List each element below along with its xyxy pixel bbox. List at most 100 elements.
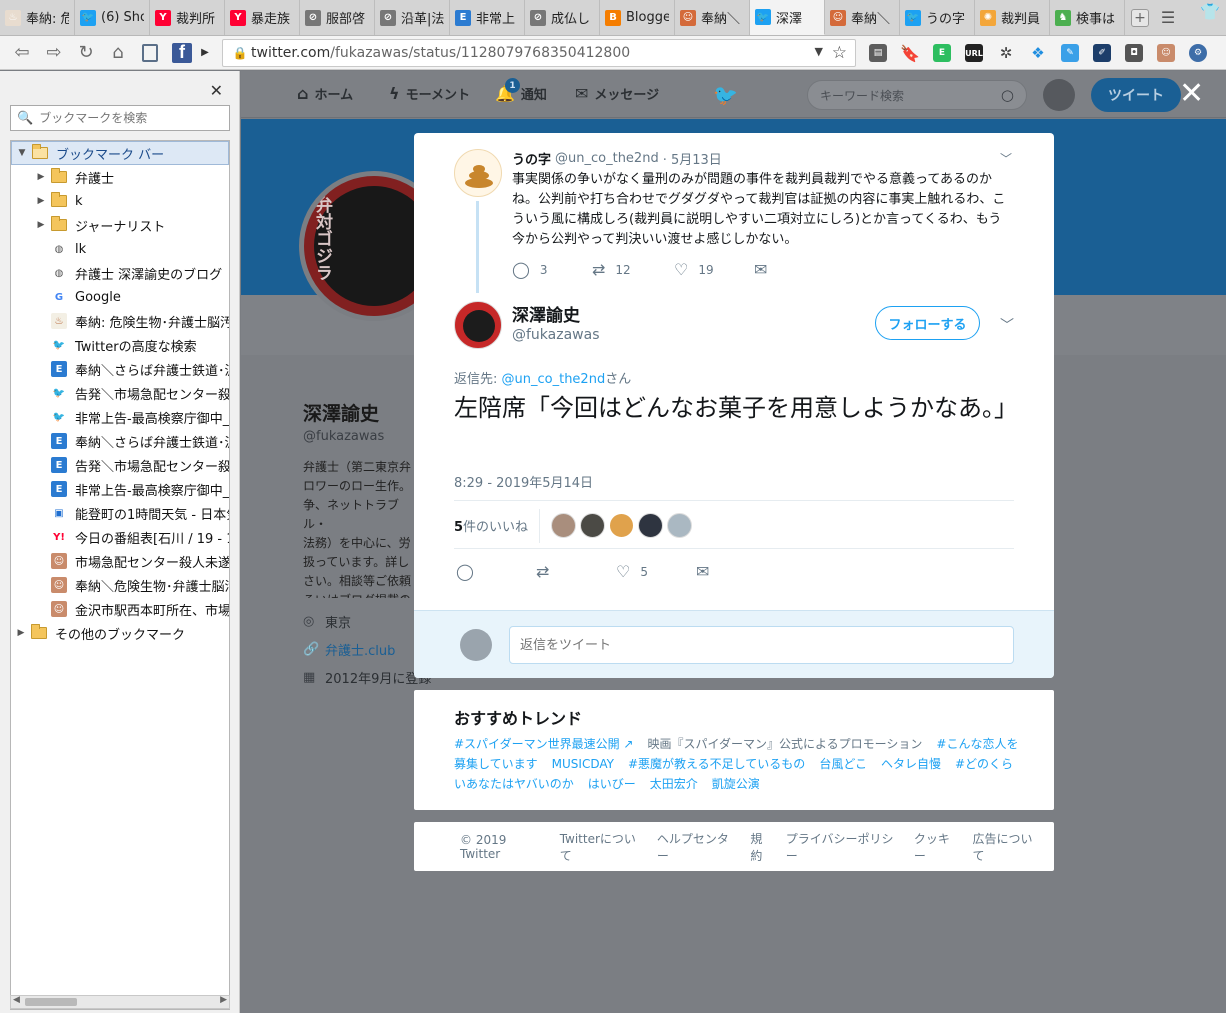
- nav-messages[interactable]: ✉ メッセージ: [575, 84, 659, 103]
- url-dropdown-icon[interactable]: ▼: [815, 45, 823, 58]
- expand-arrow-icon[interactable]: ▶: [35, 196, 47, 206]
- follow-button[interactable]: フォローする: [875, 306, 980, 340]
- bookmark-folder[interactable]: ▶ ジャーナリスト: [11, 213, 229, 237]
- bookmark-item[interactable]: ◍ lk: [11, 237, 229, 261]
- bookmark-item[interactable]: 🐦 Twitterの高度な検索: [11, 333, 229, 357]
- trend-link[interactable]: #スパイダーマン世界最速公開 ↗: [454, 737, 633, 751]
- url-text[interactable]: twitter.com/fukazawas/status/11280797683…: [251, 45, 630, 61]
- bookmark-item[interactable]: E 告発＼市場急配センター殺人: [11, 453, 229, 477]
- trend-link[interactable]: ヘタレ自慢: [881, 757, 941, 771]
- browser-tab[interactable]: ♞ 検事は: [1050, 0, 1125, 35]
- pen-extension-icon[interactable]: ✐: [1086, 40, 1118, 66]
- profile-name[interactable]: 深澤諭史: [303, 399, 379, 426]
- chevron-down-icon[interactable]: ﹀: [1000, 315, 1014, 335]
- browser-tab[interactable]: ♨ 奉納: 危: [0, 0, 75, 35]
- scroll-right-arrow-icon[interactable]: ▶: [220, 995, 227, 1005]
- bookmark-item[interactable]: ▣ 能登町の1時間天気 - 日本気: [11, 501, 229, 525]
- browser-tab[interactable]: E 非常上: [450, 0, 525, 35]
- bookmark-item[interactable]: E 非常上告-最高検察庁御中_: [11, 477, 229, 501]
- browser-tab[interactable]: Y 暴走族: [225, 0, 300, 35]
- new-tab-button[interactable]: +: [1125, 0, 1155, 35]
- bookmark-item[interactable]: ♨ 奉納: 危険生物･弁護士脳汚: [11, 309, 229, 333]
- browser-tab[interactable]: Y 裁判所: [150, 0, 225, 35]
- trend-link[interactable]: 台風どこ: [819, 757, 867, 771]
- reader-view-icon[interactable]: ▤: [862, 40, 894, 66]
- footer-link[interactable]: クッキー: [914, 830, 961, 864]
- twitter-search-input[interactable]: キーワード検索 ○: [807, 80, 1027, 110]
- close-modal-icon[interactable]: ✕: [1179, 79, 1204, 109]
- parent-tweet-name[interactable]: うの字: [512, 149, 551, 168]
- expand-arrow-icon[interactable]: ▶: [35, 172, 47, 182]
- browser-tab[interactable]: B Blogge: [600, 0, 675, 35]
- scroll-left-arrow-icon[interactable]: ◀: [13, 995, 20, 1005]
- bookmark-star-icon[interactable]: ☆: [832, 43, 847, 63]
- gear-extension-icon[interactable]: ✲: [990, 40, 1022, 66]
- browser-tab[interactable]: ✺ 裁判員: [975, 0, 1050, 35]
- main-tweet-avatar[interactable]: [454, 301, 502, 349]
- browser-tab[interactable]: ☺ 奉納＼: [825, 0, 900, 35]
- footer-link[interactable]: Twitterについて: [560, 830, 645, 864]
- trend-link[interactable]: #悪魔が教える不足しているもの: [628, 757, 805, 771]
- bookmark-search-input[interactable]: [39, 111, 220, 125]
- nav-notifications[interactable]: 🔔 1 通知: [495, 78, 547, 103]
- more-bookmarks-icon[interactable]: ▶: [198, 38, 212, 68]
- home-button[interactable]: ⌂: [102, 38, 134, 68]
- collapse-arrow-icon[interactable]: ▼: [16, 148, 28, 158]
- pocket-icon[interactable]: ◘: [1118, 40, 1150, 66]
- parent-tweet-handle[interactable]: @un_co_the2nd: [555, 151, 659, 166]
- browser-tab[interactable]: 🐦 うの字: [900, 0, 975, 35]
- browser-tab[interactable]: 🐦 (6) Sho: [75, 0, 150, 35]
- footer-link[interactable]: 規約: [750, 830, 773, 864]
- reply-mention-link[interactable]: @un_co_the2nd: [502, 372, 606, 387]
- reload-button[interactable]: ↻: [70, 38, 102, 68]
- bookmark-item[interactable]: ◍ 弁護士 深澤諭史のブログ: [11, 261, 229, 285]
- reply-action[interactable]: ◯: [456, 562, 536, 581]
- bookmark-folder[interactable]: ▶ k: [11, 189, 229, 213]
- promoted-trend[interactable]: 映画『スパイダーマン』公式によるプロモーション: [647, 737, 922, 751]
- like-action[interactable]: ♡ 5: [616, 562, 696, 581]
- main-tweet-timestamp[interactable]: 8:29 - 2019年5月14日: [454, 472, 593, 491]
- bird-extension-icon[interactable]: ✎: [1054, 40, 1086, 66]
- bookmark-item[interactable]: ☺ 金沢市駅西本町所在、市場急: [11, 597, 229, 621]
- bookmark-item[interactable]: E 奉納＼さらば弁護士鉄道･泥: [11, 357, 229, 381]
- other-bookmarks-folder[interactable]: ▶ その他のブックマーク: [11, 621, 229, 645]
- liker-avatar[interactable]: [609, 513, 634, 538]
- reader-icon[interactable]: [134, 38, 166, 68]
- search-icon[interactable]: ○: [1001, 86, 1014, 104]
- facebook-icon[interactable]: f: [166, 38, 198, 68]
- dm-action[interactable]: ✉: [754, 260, 777, 279]
- footer-link[interactable]: ヘルプセンター: [657, 830, 739, 864]
- main-tweet-handle[interactable]: @fukazawas: [512, 327, 600, 343]
- like-action[interactable]: ♡ 19: [674, 260, 754, 279]
- liker-avatar[interactable]: [667, 513, 692, 538]
- close-sidebar-icon[interactable]: ✕: [210, 81, 223, 100]
- nav-moments[interactable]: ϟ モーメント: [389, 84, 470, 103]
- bookmark-item[interactable]: Y! 今日の番組表[石川 / 19 - 1月: [11, 525, 229, 549]
- parent-tweet-avatar[interactable]: [454, 149, 502, 197]
- url-shortener-icon[interactable]: URL: [958, 40, 990, 66]
- dm-action[interactable]: ✉: [696, 562, 719, 581]
- back-button[interactable]: ⇦: [6, 38, 38, 68]
- bookmark-item[interactable]: E 奉納＼さらば弁護士鉄道･泥: [11, 429, 229, 453]
- browser-tab[interactable]: ☺ 奉納＼: [675, 0, 750, 35]
- scrollbar-thumb[interactable]: [25, 998, 77, 1006]
- bookmark-bar-folder[interactable]: ▼ ブックマーク バー: [11, 141, 229, 165]
- browser-tab[interactable]: ⊘ 成仏し: [525, 0, 600, 35]
- liker-avatar[interactable]: [551, 513, 576, 538]
- trend-link[interactable]: はいびー: [588, 777, 636, 791]
- twitter-bird-icon[interactable]: 🐦: [713, 83, 738, 107]
- trend-link[interactable]: 太田宏介: [650, 777, 698, 791]
- expand-arrow-icon[interactable]: ▶: [15, 628, 27, 638]
- address-bar[interactable]: 🔒 twitter.com/fukazawas/status/112807976…: [222, 39, 856, 67]
- shirt-icon[interactable]: 👕: [1200, 2, 1220, 21]
- retweet-action[interactable]: ⇄: [536, 562, 616, 581]
- parent-tweet[interactable]: うの字 @un_co_the2nd · 5月13日 ﹀ 事実関係の争いがなく量刑…: [414, 133, 1054, 293]
- retweet-action[interactable]: ⇄ 12: [592, 260, 674, 279]
- reply-input[interactable]: [509, 626, 1014, 664]
- bookmark-folder[interactable]: ▶ 弁護士: [11, 165, 229, 189]
- avatar-extension-icon[interactable]: ☺: [1150, 40, 1182, 66]
- bookmark-item[interactable]: G Google: [11, 285, 229, 309]
- forward-button[interactable]: ⇨: [38, 38, 70, 68]
- bookmark-item[interactable]: ☺ 奉納＼危険生物･弁護士脳汚: [11, 573, 229, 597]
- bookmark-item[interactable]: 🐦 告発＼市場急配センター殺人: [11, 381, 229, 405]
